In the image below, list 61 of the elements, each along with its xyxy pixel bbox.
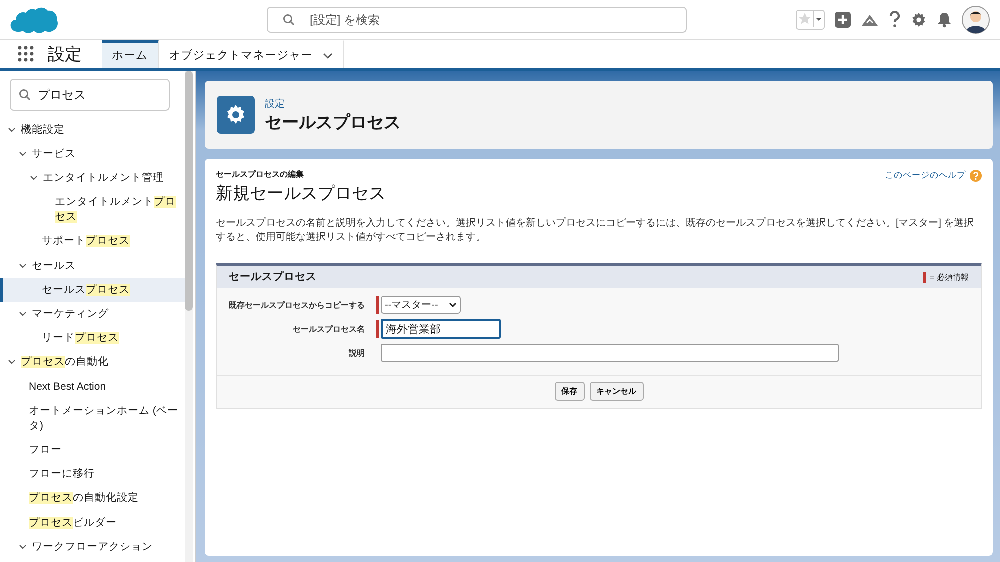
tree-item[interactable]: サポート プロセス	[0, 230, 185, 254]
menu-tab[interactable]: オブジェクトマネージャー	[159, 40, 344, 68]
tree-item[interactable]: リード プロセス	[0, 326, 185, 351]
chevron-down-icon[interactable]	[323, 52, 333, 58]
breadcrumb-link[interactable]: 設定	[265, 96, 401, 110]
help-icon	[970, 170, 982, 182]
tree-item[interactable]: エンタイトルメント プロセス	[0, 190, 185, 230]
chevron-down-icon[interactable]	[8, 128, 16, 133]
field-label: 既存セールスプロセスからコピーする	[228, 300, 365, 310]
required-legend: = 必須情報	[930, 272, 969, 282]
tree-item[interactable]: フローに移行	[0, 462, 185, 487]
tree-item[interactable]: セールス プロセス	[0, 278, 185, 302]
tree-item[interactable]: プロセス ビルダー	[0, 510, 185, 535]
avatar[interactable]	[962, 6, 990, 34]
tree-item[interactable]: ワークフローアクション	[0, 535, 185, 560]
app-title: 設定	[47, 44, 83, 66]
settings-icon[interactable]	[911, 12, 927, 28]
help-link[interactable]: このページのヘルプ	[885, 169, 982, 183]
tree-item[interactable]: オートメーションホーム (ベータ)	[0, 399, 185, 438]
chevron-down-icon[interactable]	[30, 176, 38, 182]
settings-icon	[217, 96, 255, 134]
tree-item[interactable]: 機能設定	[0, 118, 185, 142]
search-icon	[283, 14, 295, 26]
tree-item[interactable]: セールス	[0, 254, 185, 278]
chevron-down-icon[interactable]	[19, 312, 27, 317]
form-button[interactable]: キャンセル	[590, 382, 644, 401]
select-dropdown[interactable]: --マスター--	[381, 296, 461, 314]
caret-down-icon[interactable]	[813, 10, 824, 26]
search-field[interactable]: [設定] を検索	[267, 7, 687, 33]
tree-item[interactable]: エンタイトルメント管理	[0, 166, 185, 191]
search-field[interactable]: プロセス	[10, 79, 170, 111]
chevron-down-icon[interactable]	[19, 152, 27, 157]
form-title: 新規セールスプロセス	[216, 183, 386, 205]
chevron-down-icon[interactable]	[449, 302, 457, 308]
notification-icon[interactable]	[937, 12, 952, 28]
chevron-down-icon[interactable]	[19, 544, 27, 550]
page-title: セールスプロセス	[265, 112, 401, 134]
description-text: セールスプロセスの名前と説明を入力してください。選択リスト値を新しいプロセスにコピーするには、既存のセールスプロセスを選択してください。[マスター] を選択すると、使用可能な選択リスト値がすべてコピーされます。	[216, 217, 976, 245]
required-marker	[923, 272, 926, 282]
tree-item[interactable]: マーケティング	[0, 302, 185, 326]
chevron-down-icon[interactable]	[8, 360, 16, 366]
scrollbar[interactable]	[185, 71, 193, 562]
chevron-down-icon[interactable]	[19, 264, 27, 269]
field-label: 説明	[348, 348, 365, 358]
input-field[interactable]	[381, 344, 839, 362]
section-title: セールスプロセス	[229, 270, 317, 284]
field-label: セールスプロセス名	[292, 324, 365, 334]
search-icon	[19, 89, 31, 101]
app-launcher-icon[interactable]	[18, 46, 34, 62]
star-icon[interactable]	[797, 10, 813, 26]
form-button[interactable]: 保存	[554, 382, 584, 401]
tab[interactable]: ホーム	[102, 40, 159, 68]
input-field[interactable]: 海外営業部	[381, 319, 501, 339]
form-subtitle: セールスプロセスの編集	[216, 169, 305, 180]
tree-item[interactable]: サービス	[0, 142, 185, 166]
help-icon[interactable]	[889, 11, 901, 28]
add-icon[interactable]	[835, 12, 851, 28]
tree-item[interactable]: プロセス の自動化	[0, 350, 185, 375]
tree-item[interactable]: プロセス の自動化設定	[0, 486, 185, 511]
tree-item[interactable]: フロー	[0, 438, 185, 462]
tree-item[interactable]: Next Best Action	[0, 374, 185, 400]
